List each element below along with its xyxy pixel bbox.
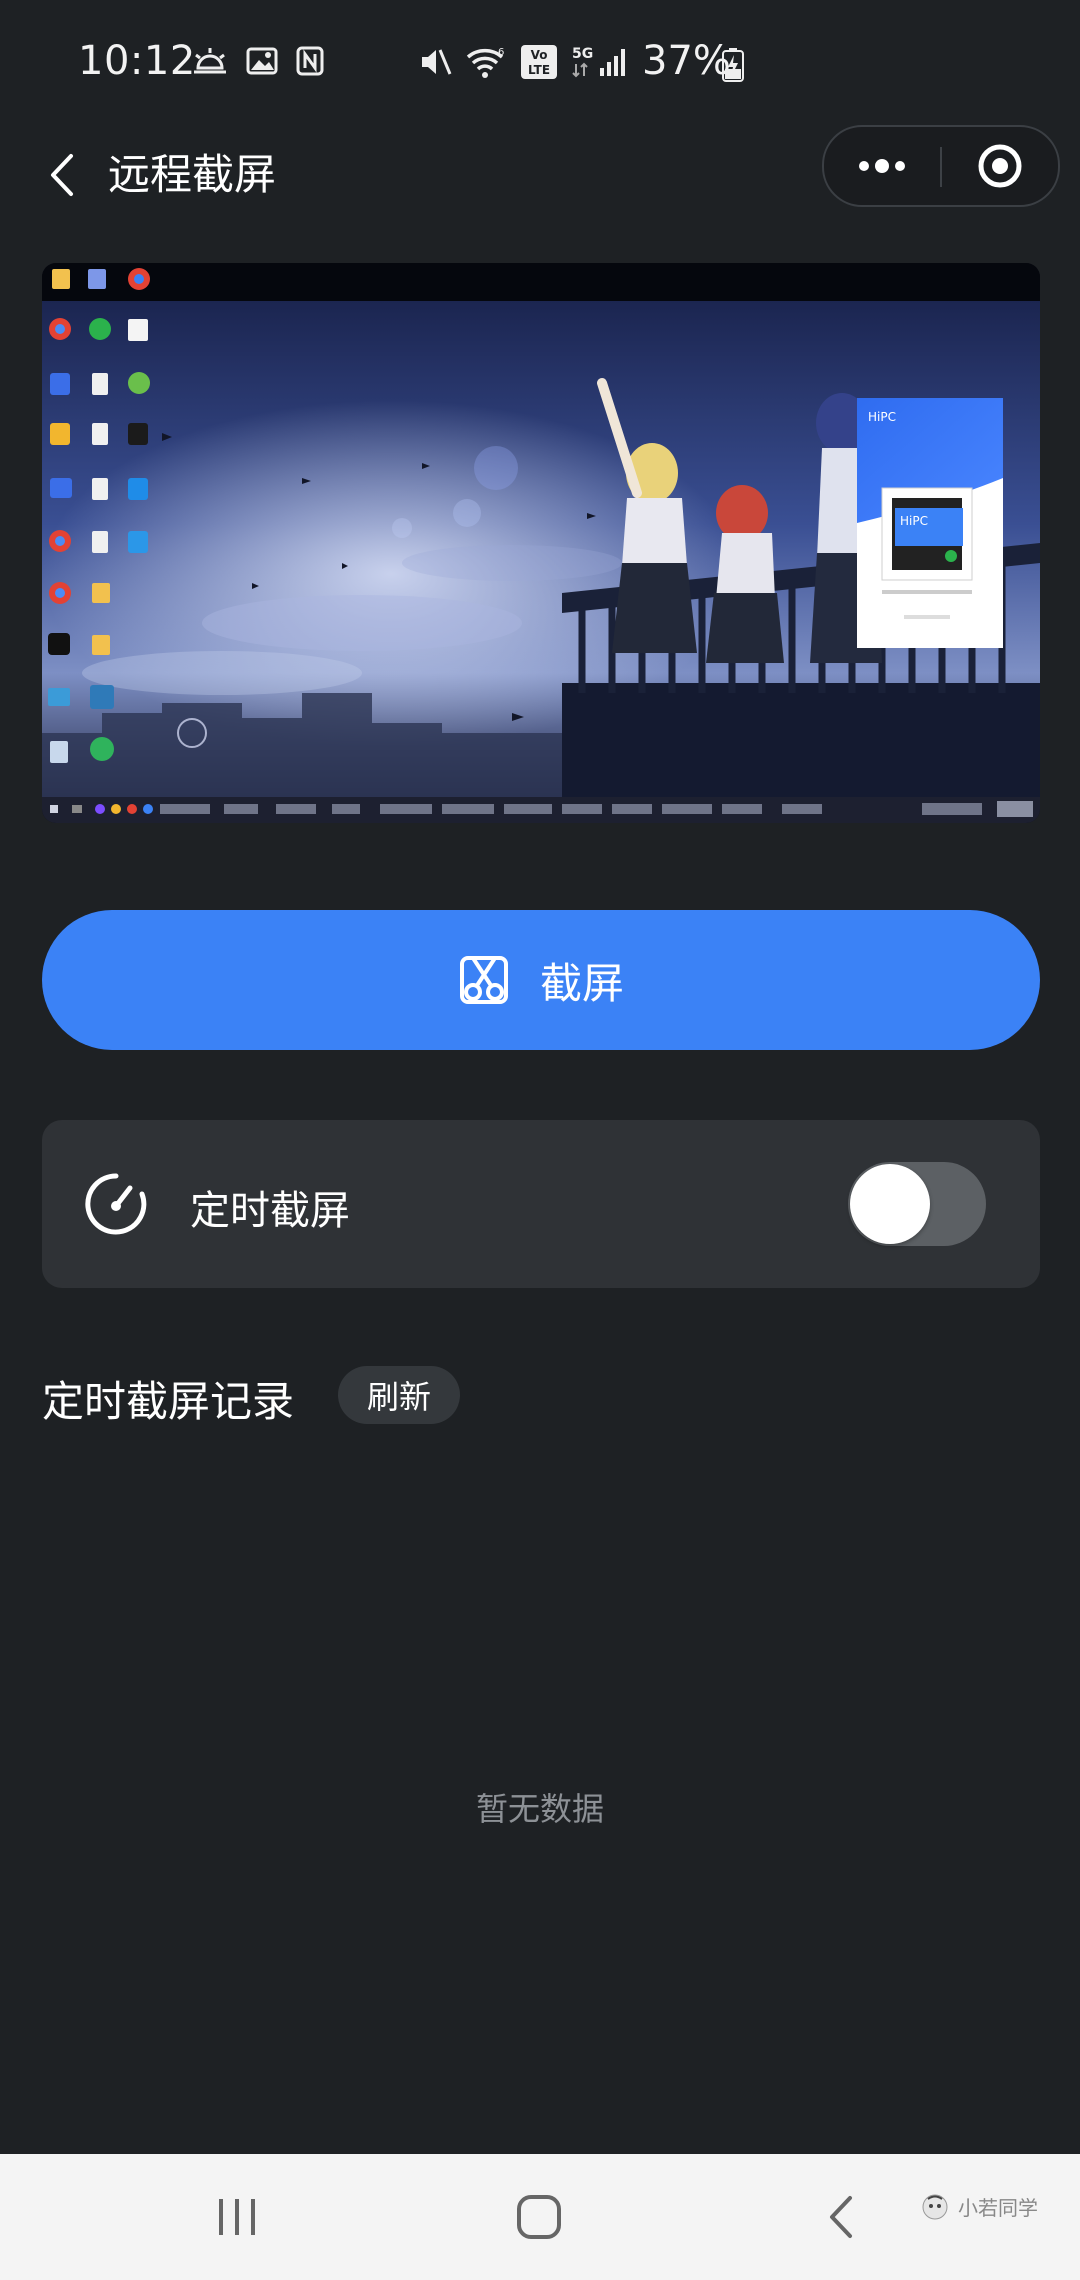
home-button[interactable] xyxy=(494,2182,584,2252)
toggle-knob xyxy=(850,1164,930,1244)
more-dots-icon xyxy=(859,159,905,173)
avatar-icon xyxy=(922,2194,948,2219)
volte-icon: Vo LTE xyxy=(521,45,557,79)
popup-overlay-label: HiPC xyxy=(900,514,928,528)
scissors-icon xyxy=(459,956,508,1004)
desktop-screenshot-image: HiPC HiPC xyxy=(42,263,1040,823)
timed-screenshot-label: 定时截屏 xyxy=(190,1188,350,1234)
watermark-text: 小若同学 xyxy=(958,2196,1038,2220)
close-button[interactable] xyxy=(942,127,1058,205)
target-close-icon xyxy=(978,144,1022,188)
system-nav-bar: 小若同学 xyxy=(0,2154,1080,2280)
timed-screenshot-toggle[interactable] xyxy=(848,1162,986,1246)
svg-text:5G: 5G xyxy=(572,46,593,62)
svg-text:LTE: LTE xyxy=(528,63,550,77)
home-icon xyxy=(517,2195,561,2239)
back-icon xyxy=(830,2196,852,2238)
weather-icon xyxy=(194,48,226,74)
battery-percent: 37% xyxy=(642,38,731,84)
battery-charging-icon xyxy=(722,48,744,82)
nav-bar: 远程截屏 xyxy=(0,125,1080,245)
records-title: 定时截屏记录 xyxy=(42,1377,295,1426)
recent-apps-icon xyxy=(219,2199,255,2235)
screenshot-button[interactable]: 截屏 xyxy=(42,910,1040,1050)
back-button[interactable] xyxy=(30,143,94,207)
svg-text:6: 6 xyxy=(498,47,504,58)
wifi-icon: 6 xyxy=(466,47,504,78)
mute-icon xyxy=(422,49,452,75)
status-time: 10:12 xyxy=(78,38,196,84)
popup-title: HiPC xyxy=(868,410,896,424)
page-title: 远程截屏 xyxy=(108,150,277,199)
recent-apps-button[interactable] xyxy=(192,2182,282,2252)
nfc-icon xyxy=(296,46,324,76)
status-right-icons: 6 Vo LTE 5G xyxy=(418,44,632,80)
back-arrow-icon xyxy=(51,154,73,196)
more-button[interactable] xyxy=(824,127,940,205)
status-bar: 10:12 6 Vo LTE 5G 37% xyxy=(0,0,1080,130)
screenshot-preview[interactable]: HiPC HiPC xyxy=(42,263,1040,823)
system-back-button[interactable] xyxy=(796,2182,886,2252)
screenshot-button-label: 截屏 xyxy=(539,958,624,1008)
mini-program-capsule xyxy=(822,125,1060,207)
refresh-button[interactable]: 刷新 xyxy=(338,1366,460,1424)
watermark: 小若同学 xyxy=(922,2192,1038,2221)
gallery-icon xyxy=(246,47,278,75)
svg-text:Vo: Vo xyxy=(531,48,548,62)
status-left-icons xyxy=(192,46,324,76)
empty-state-text: 暂无数据 xyxy=(475,1790,604,1828)
gauge-icon xyxy=(85,1173,147,1235)
timed-screenshot-card: 定时截屏 xyxy=(42,1120,1040,1288)
5g-signal-icon: 5G xyxy=(572,46,625,78)
